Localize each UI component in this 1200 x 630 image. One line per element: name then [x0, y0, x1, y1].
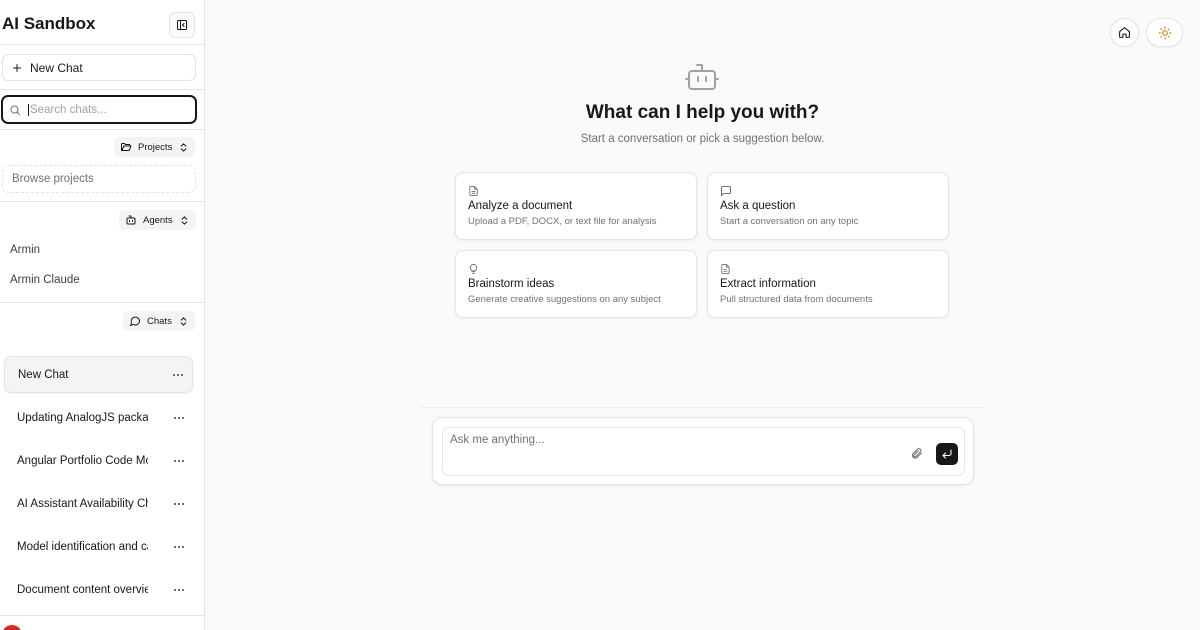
more-options-icon[interactable] — [172, 373, 184, 377]
main-area: What can I help you with? Start a conver… — [205, 0, 1200, 630]
more-options-icon[interactable] — [173, 502, 185, 506]
sun-icon — [1158, 26, 1171, 39]
user-avatar[interactable] — [2, 625, 22, 630]
composer-divider — [420, 407, 985, 408]
agent-item[interactable]: Armin — [10, 244, 40, 256]
search-icon — [10, 105, 20, 115]
home-button[interactable] — [1110, 18, 1139, 47]
home-icon — [1119, 27, 1130, 38]
file-text-icon — [721, 263, 730, 275]
card-title: Extract information — [720, 278, 816, 290]
enter-icon — [942, 449, 952, 459]
chat-item[interactable]: Document content overview — [4, 571, 193, 608]
card-description: Upload a PDF, DOCX, or text file for ana… — [468, 216, 657, 227]
folder-open-icon — [121, 143, 132, 151]
chats-toggle[interactable]: Chats — [123, 311, 195, 331]
more-options-icon[interactable] — [173, 416, 185, 420]
chevrons-up-down-icon — [180, 316, 187, 326]
search-box — [1, 95, 197, 124]
card-description: Generate creative suggestions on any sub… — [468, 294, 661, 305]
message-icon — [721, 186, 731, 196]
card-description: Pull structured data from documents — [720, 294, 873, 305]
bot-icon — [126, 215, 136, 225]
chat-title: Angular Portfolio Code Modernization — [17, 454, 148, 467]
collapse-sidebar-button[interactable] — [169, 12, 195, 38]
lightbulb-icon — [469, 263, 478, 275]
divider — [0, 201, 204, 202]
new-chat-button[interactable]: New Chat — [2, 54, 196, 81]
sidebar: AI Sandbox New Chat Projects Browse proj… — [0, 0, 205, 630]
suggestion-card[interactable]: Brainstorm ideas Generate creative sugge… — [455, 250, 697, 318]
hero-title: What can I help you with? — [585, 102, 820, 123]
divider — [0, 89, 204, 90]
divider — [0, 129, 204, 130]
chat-title: Document content overview — [17, 583, 148, 596]
new-chat-label: New Chat — [30, 60, 83, 75]
search-input[interactable] — [28, 103, 188, 116]
sidebar-toggle-icon — [177, 20, 187, 30]
suggestion-card[interactable]: Analyze a document Upload a PDF, DOCX, o… — [455, 172, 697, 240]
message-input[interactable] — [450, 434, 900, 454]
bot-icon — [685, 64, 719, 90]
projects-label: Projects — [138, 141, 173, 153]
chat-item[interactable]: New Chat — [4, 356, 193, 393]
chat-item[interactable]: Model identification and capabilities — [4, 528, 193, 565]
app-title: AI Sandbox — [2, 14, 96, 33]
suggestion-card[interactable]: Extract information Pull structured data… — [707, 250, 949, 318]
chats-label: Chats — [147, 315, 172, 327]
chevrons-up-down-icon — [181, 142, 187, 152]
paperclip-icon[interactable] — [910, 447, 923, 460]
message-circle-icon — [130, 316, 141, 326]
projects-toggle[interactable]: Projects — [114, 137, 196, 157]
divider — [0, 44, 204, 45]
send-button[interactable] — [936, 443, 958, 465]
agent-item[interactable]: Armin Claude — [10, 274, 80, 286]
chat-item[interactable]: Angular Portfolio Code Modernization — [4, 442, 193, 479]
chat-title: New Chat — [18, 368, 69, 381]
composer — [432, 417, 974, 485]
chat-item[interactable]: AI Assistant Availability Check — [4, 485, 193, 522]
agents-toggle[interactable]: Agents — [119, 210, 196, 230]
hero-subtitle: Start a conversation or pick a suggestio… — [580, 133, 825, 145]
composer-field — [442, 427, 965, 476]
card-title: Brainstorm ideas — [468, 278, 555, 290]
card-title: Ask a question — [720, 200, 796, 212]
more-options-icon[interactable] — [173, 459, 185, 463]
theme-toggle-button[interactable] — [1146, 18, 1183, 47]
plus-icon — [13, 63, 21, 72]
more-options-icon[interactable] — [173, 588, 185, 592]
browse-projects[interactable]: Browse projects — [2, 165, 196, 193]
card-description: Start a conversation on any topic — [720, 216, 859, 227]
divider — [0, 615, 204, 616]
agents-label: Agents — [143, 214, 173, 226]
suggestion-card[interactable]: Ask a question Start a conversation on a… — [707, 172, 949, 240]
chat-title: Updating AnalogJS packages — [17, 411, 148, 424]
card-title: Analyze a document — [468, 200, 573, 212]
divider — [0, 302, 204, 303]
document-icon — [469, 185, 478, 197]
chevrons-up-down-icon — [181, 215, 187, 225]
chat-title: Model identification and capabilities — [17, 540, 148, 553]
chat-item[interactable]: Updating AnalogJS packages — [4, 399, 193, 436]
more-options-icon[interactable] — [173, 545, 185, 549]
chat-title: AI Assistant Availability Check — [17, 497, 148, 510]
